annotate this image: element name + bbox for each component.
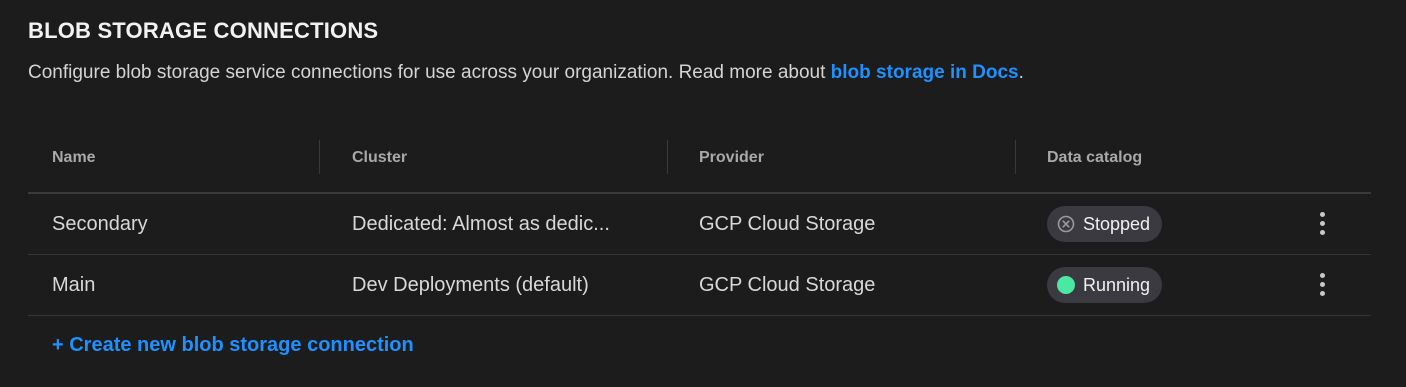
description-text: Configure blob storage service connectio…	[28, 62, 831, 83]
x-circle-icon	[1057, 215, 1075, 233]
column-divider	[667, 140, 668, 174]
docs-link[interactable]: blob storage in Docs	[831, 62, 1019, 83]
column-header-cluster[interactable]: Cluster	[352, 128, 652, 192]
create-connection-link[interactable]: + Create new blob storage connection	[52, 334, 414, 357]
status-badge: Stopped	[1047, 206, 1163, 242]
row-provider: GCP Cloud Storage	[699, 213, 876, 235]
column-divider	[319, 140, 320, 174]
table-header: Name Cluster Provider Data catalog	[28, 128, 1371, 194]
status-badge: Running	[1047, 267, 1163, 303]
table-row[interactable]: Main Dev Deployments (default) GCP Cloud…	[28, 255, 1371, 316]
row-cluster: Dedicated: Almost as dedic...	[352, 213, 610, 235]
section-description: Configure blob storage service connectio…	[28, 62, 1024, 84]
row-actions-menu-icon[interactable]	[1312, 273, 1332, 299]
green-dot-icon	[1057, 276, 1075, 294]
connections-table: Name Cluster Provider Data catalog Secon…	[28, 128, 1371, 316]
status-label: Stopped	[1083, 213, 1151, 234]
row-actions-menu-icon[interactable]	[1312, 212, 1332, 238]
row-name: Main	[52, 274, 96, 296]
column-divider	[1015, 140, 1016, 174]
row-name: Secondary	[52, 213, 148, 235]
table-row[interactable]: Secondary Dedicated: Almost as dedic... …	[28, 194, 1371, 255]
row-cluster: Dev Deployments (default)	[352, 274, 589, 296]
column-header-name[interactable]: Name	[52, 128, 312, 192]
description-suffix: .	[1018, 62, 1024, 83]
column-header-data-catalog[interactable]: Data catalog	[1047, 128, 1287, 192]
status-label: Running	[1083, 274, 1151, 295]
blob-storage-panel: BLOB STORAGE CONNECTIONS Configure blob …	[0, 0, 1406, 387]
column-header-provider[interactable]: Provider	[699, 128, 999, 192]
row-provider: GCP Cloud Storage	[699, 274, 876, 296]
section-title: BLOB STORAGE CONNECTIONS	[28, 18, 379, 43]
